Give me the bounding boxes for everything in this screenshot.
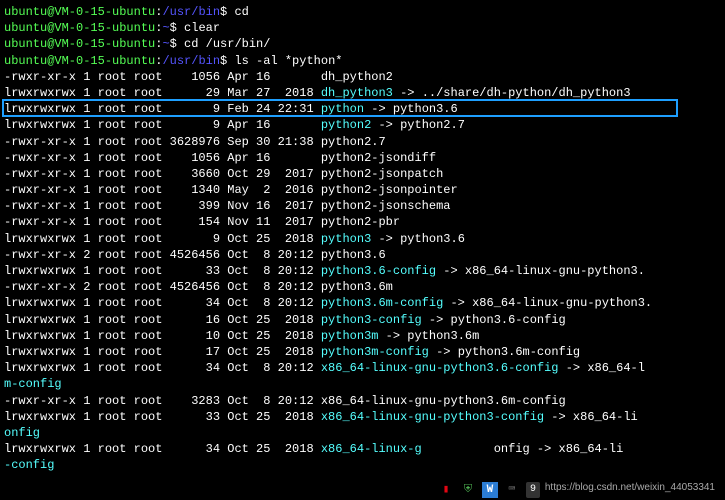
keyboard-icon: ⌨ <box>504 482 520 498</box>
defender-icon: ⛨ <box>460 482 476 498</box>
terminal-output[interactable]: ubuntu@VM-0-15-ubuntu:/usr/bin$ cdubuntu… <box>4 4 721 473</box>
word-icon: W <box>482 482 498 498</box>
ls-row: -rwxr-xr-x 2 root root 4526456 Oct 8 20:… <box>4 279 721 295</box>
ls-row: lrwxrwxrwx 1 root root 17 Oct 25 2018 py… <box>4 344 721 360</box>
ls-row: -rwxr-xr-x 1 root root 1340 May 2 2016 p… <box>4 182 721 198</box>
prompt-line: ubuntu@VM-0-15-ubuntu:/usr/bin$ ls -al *… <box>4 53 721 69</box>
ls-row: -rwxr-xr-x 1 root root 3283 Oct 8 20:12 … <box>4 393 721 409</box>
watermark-text: https://blog.csdn.net/weixin_44053341 <box>545 481 715 495</box>
ls-row: -rwxr-xr-x 2 root root 4526456 Oct 8 20:… <box>4 247 721 263</box>
ls-wrap: -config <box>4 457 721 473</box>
ls-row: lrwxrwxrwx 1 root root 34 Oct 8 20:12 x8… <box>4 360 721 376</box>
prompt-line: ubuntu@VM-0-15-ubuntu:~$ clear <box>4 20 721 36</box>
ls-row: lrwxrwxrwx 1 root root 33 Oct 8 20:12 py… <box>4 263 721 279</box>
ls-row: -rwxr-xr-x 1 root root 3628976 Sep 30 21… <box>4 134 721 150</box>
ls-row: lrwxrwxrwx 1 root root 34 Oct 25 2018 x8… <box>4 441 721 457</box>
ls-row: -rwxr-xr-x 1 root root 3660 Oct 29 2017 … <box>4 166 721 182</box>
ls-row: -rwxr-xr-x 1 root root 1056 Apr 16 dh_py… <box>4 69 721 85</box>
mcafee-icon: ▮ <box>438 482 454 498</box>
ls-row: lrwxrwxrwx 1 root root 29 Mar 27 2018 dh… <box>4 85 721 101</box>
ls-row: lrwxrwxrwx 1 root root 9 Feb 24 22:31 py… <box>4 101 721 117</box>
ls-row: lrwxrwxrwx 1 root root 34 Oct 8 20:12 py… <box>4 295 721 311</box>
ls-row: -rwxr-xr-x 1 root root 399 Nov 16 2017 p… <box>4 198 721 214</box>
ls-row: lrwxrwxrwx 1 root root 33 Oct 25 2018 x8… <box>4 409 721 425</box>
ls-row: lrwxrwxrwx 1 root root 9 Apr 16 python2 … <box>4 117 721 133</box>
ls-row: lrwxrwxrwx 1 root root 9 Oct 25 2018 pyt… <box>4 231 721 247</box>
ls-wrap: onfig <box>4 425 721 441</box>
ls-row: lrwxrwxrwx 1 root root 16 Oct 25 2018 py… <box>4 312 721 328</box>
ls-wrap: m-config <box>4 376 721 392</box>
tray-badge: 9 <box>526 482 540 498</box>
ls-row: lrwxrwxrwx 1 root root 10 Oct 25 2018 py… <box>4 328 721 344</box>
prompt-line: ubuntu@VM-0-15-ubuntu:/usr/bin$ cd <box>4 4 721 20</box>
system-tray: ▮ ⛨ W ⌨ 9 <box>438 482 540 498</box>
ls-row: -rwxr-xr-x 1 root root 154 Nov 11 2017 p… <box>4 214 721 230</box>
ls-row: -rwxr-xr-x 1 root root 1056 Apr 16 pytho… <box>4 150 721 166</box>
prompt-line: ubuntu@VM-0-15-ubuntu:~$ cd /usr/bin/ <box>4 36 721 52</box>
